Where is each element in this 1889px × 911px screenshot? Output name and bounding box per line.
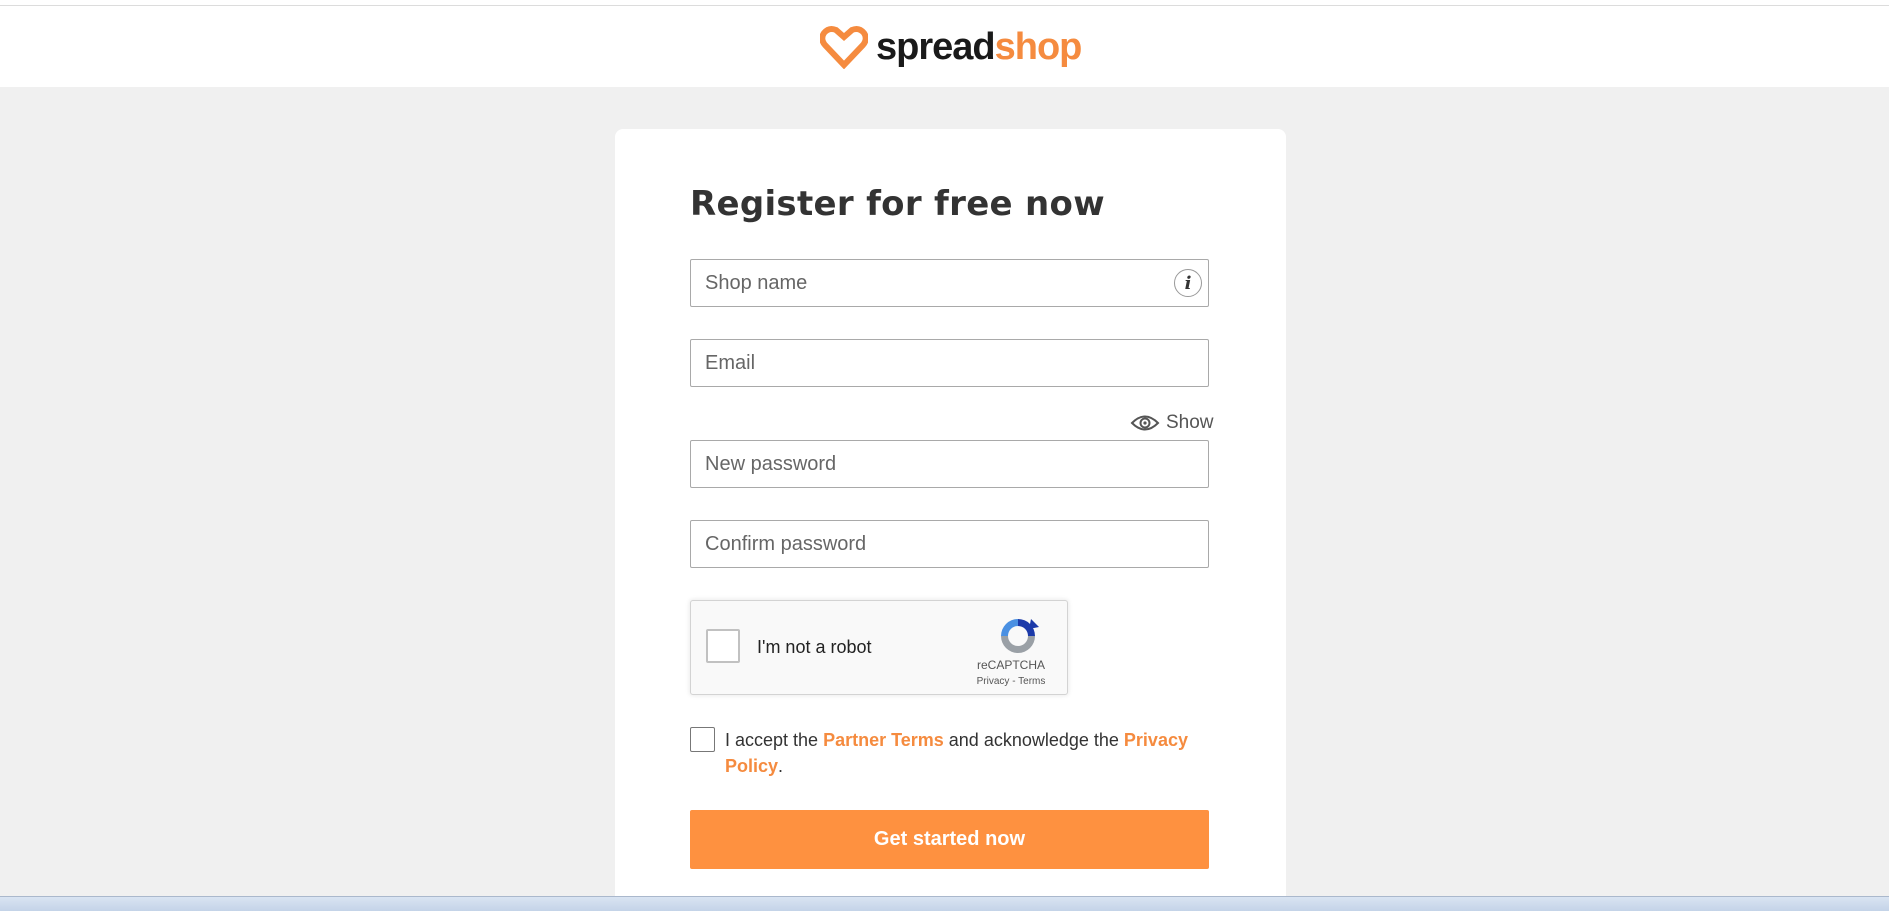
recaptcha-checkbox[interactable]	[706, 629, 740, 663]
new-password-input[interactable]	[691, 441, 1165, 487]
terms-text: I accept the Partner Terms and acknowled…	[725, 730, 1188, 776]
show-label: Show	[1166, 412, 1214, 433]
terms-checkbox[interactable]	[690, 727, 715, 752]
show-password-toggle[interactable]: Show	[1130, 410, 1214, 436]
recaptcha-links: Privacy - Terms	[951, 676, 1071, 687]
recaptcha-privacy-link[interactable]: Privacy	[977, 676, 1010, 687]
confirm-password-input[interactable]	[691, 521, 1165, 567]
spreadshop-logo[interactable]: spreadshop	[820, 24, 1082, 70]
email-input[interactable]	[691, 340, 1165, 386]
recaptcha-terms-link[interactable]: Terms	[1018, 676, 1045, 687]
email-field[interactable]	[690, 339, 1209, 387]
eye-icon	[1130, 415, 1160, 431]
shop-name-field[interactable]: i	[690, 259, 1209, 307]
partner-terms-link[interactable]: Partner Terms	[823, 730, 944, 750]
recaptcha-brand: reCAPTCHA	[976, 658, 1045, 672]
recaptcha-label: I'm not a robot	[757, 637, 872, 657]
new-password-field[interactable]	[690, 440, 1209, 488]
heart-icon	[820, 26, 868, 69]
os-taskbar	[0, 896, 1889, 911]
confirm-password-field[interactable]	[690, 520, 1209, 568]
shop-name-input[interactable]	[691, 260, 1165, 306]
page-title: Register for free now	[690, 184, 1105, 224]
logo-text: spreadshop	[876, 25, 1082, 68]
recaptcha-widget: I'm not a robot reCAPTCHA Privacy - Term…	[690, 600, 1068, 695]
site-header: spreadshop	[0, 6, 1889, 87]
recaptcha-logo-icon	[1001, 619, 1039, 653]
info-icon[interactable]: i	[1174, 269, 1202, 297]
recaptcha-link-separator: -	[1009, 676, 1019, 687]
get-started-button[interactable]: Get started now	[690, 810, 1209, 869]
